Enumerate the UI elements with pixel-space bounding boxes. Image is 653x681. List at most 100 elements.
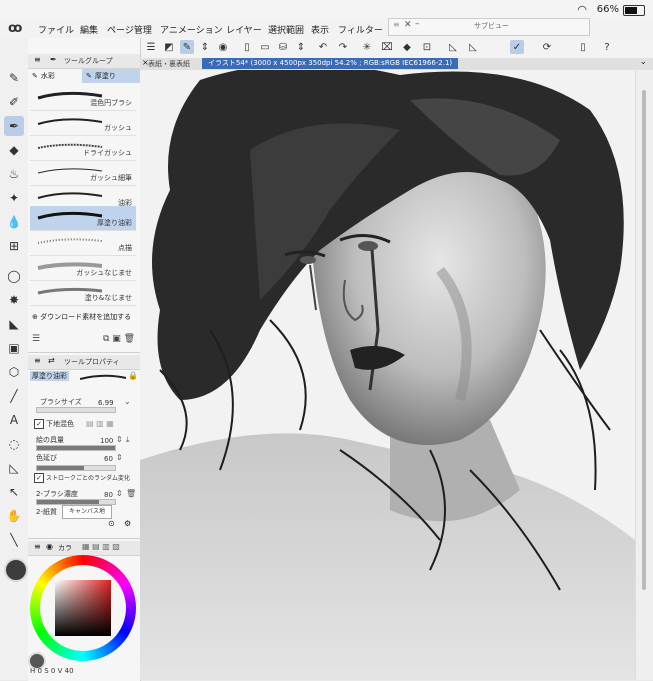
redo-icon[interactable]: ↷ bbox=[336, 40, 350, 54]
help-icon[interactable]: ? bbox=[600, 40, 614, 54]
chevron-updown-icon[interactable]: ⇕ bbox=[116, 489, 123, 498]
crop-icon[interactable]: ⊡ bbox=[420, 40, 434, 54]
menu-file[interactable]: ファイル bbox=[38, 23, 74, 36]
brush-item[interactable]: ガッシュなじませ bbox=[30, 256, 136, 281]
wrench-icon[interactable]: ⚙ bbox=[124, 519, 131, 528]
grip-icon[interactable]: ≡ bbox=[34, 55, 41, 64]
brush-item[interactable]: 塗り&なじませ bbox=[30, 281, 136, 306]
decoration-icon[interactable]: ✦ bbox=[4, 188, 24, 208]
underlay-checkbox[interactable]: ✓ bbox=[34, 419, 44, 429]
ruler-tool-icon[interactable]: ◺ bbox=[4, 458, 24, 478]
chevron-updown-icon[interactable]: ⇕ bbox=[116, 435, 123, 444]
updown-icon[interactable]: ⇕ bbox=[198, 40, 212, 54]
reset-icon[interactable]: ⊙ bbox=[108, 519, 115, 528]
chevron-updown-icon[interactable]: ⇕ bbox=[116, 453, 123, 462]
menu-edit[interactable]: 編集 bbox=[80, 23, 98, 36]
record-icon[interactable]: ◉ bbox=[216, 40, 230, 54]
brush-icon[interactable]: ✒ bbox=[4, 116, 24, 136]
chevron-down-icon[interactable]: ⌄ bbox=[124, 397, 131, 406]
paper-texture-button[interactable]: キャンバス地 bbox=[62, 505, 112, 519]
brush-size-value[interactable]: 6.99 bbox=[98, 399, 114, 407]
menu-icon[interactable]: ☰ bbox=[32, 334, 40, 344]
close-icon[interactable]: ✕ bbox=[404, 20, 412, 30]
magic-wand-icon[interactable]: ✸ bbox=[4, 290, 24, 310]
tab-illustration[interactable]: イラスト54* (3000 x 4500px 350dpi 54.2% ; RG… bbox=[202, 58, 459, 69]
brush-size-slider[interactable] bbox=[36, 407, 116, 413]
menu-view[interactable]: 表示 bbox=[311, 23, 329, 36]
pencil-icon[interactable]: ✐ bbox=[4, 92, 24, 112]
menu-filter[interactable]: フィルター bbox=[338, 23, 383, 36]
menu-page[interactable]: ページ管理 bbox=[107, 23, 152, 36]
color-stretch-value[interactable]: 60 bbox=[104, 455, 113, 463]
clear-icon[interactable]: ⌧ bbox=[380, 40, 394, 54]
ruler-icon[interactable]: ◺ bbox=[446, 40, 460, 54]
saturation-value-square[interactable] bbox=[55, 580, 111, 636]
eyedropper-icon[interactable]: ╲ bbox=[4, 530, 24, 550]
open-folder-icon[interactable]: ▭ bbox=[258, 40, 272, 54]
brush-item[interactable]: ガッシュ細筆 bbox=[30, 161, 136, 186]
frame-icon[interactable]: ⊞ bbox=[4, 236, 24, 256]
paint-amount-slider[interactable] bbox=[36, 445, 116, 451]
ruler2-icon[interactable]: ◺ bbox=[466, 40, 480, 54]
copy-icon[interactable]: ⧉ bbox=[103, 334, 109, 344]
sync-icon[interactable]: ⟳ bbox=[540, 40, 554, 54]
drawing-canvas[interactable] bbox=[140, 70, 635, 680]
download-material-button[interactable]: ⊕ ダウンロード素材を追加する bbox=[32, 312, 131, 322]
new-file-icon[interactable]: ▯ bbox=[240, 40, 254, 54]
balloon-icon[interactable]: ◌ bbox=[4, 434, 24, 454]
menu-icon[interactable]: ☰ bbox=[144, 40, 158, 54]
random-checkbox[interactable]: ✓ bbox=[34, 473, 44, 483]
menu-select[interactable]: 選択範囲 bbox=[268, 23, 304, 36]
figure-icon[interactable]: ⬡ bbox=[4, 362, 24, 382]
color-tab-label[interactable]: カラ bbox=[58, 543, 72, 553]
check-icon[interactable]: ✓ bbox=[510, 40, 524, 54]
phone-icon[interactable]: ▯ bbox=[576, 40, 590, 54]
group-watercolor[interactable]: ✎ 水彩 bbox=[28, 69, 86, 83]
brush-item[interactable]: ガッシュ bbox=[30, 111, 136, 136]
minimize-icon[interactable]: – bbox=[415, 19, 420, 29]
app-logo-icon[interactable]: ꝏ bbox=[8, 21, 22, 36]
hand-icon[interactable]: ✋ bbox=[4, 506, 24, 526]
subview-window[interactable]: ≡ ✕ – サブビュー bbox=[388, 18, 590, 36]
density-value[interactable]: 80 bbox=[104, 491, 113, 499]
color-tab-icons[interactable]: ▦ ▤ ▥ ▧ bbox=[82, 542, 120, 551]
lock-icon[interactable]: 🔒 bbox=[128, 371, 138, 380]
brush-item[interactable]: 混色円ブラシ bbox=[30, 86, 136, 111]
eraser-icon[interactable]: ◆ bbox=[4, 140, 24, 160]
fill-bucket-icon[interactable]: ◣ bbox=[4, 314, 24, 334]
grip-icon[interactable]: ≡ bbox=[393, 20, 400, 29]
updown2-icon[interactable]: ⇕ bbox=[294, 40, 308, 54]
color-stretch-slider[interactable] bbox=[36, 465, 116, 471]
menu-animation[interactable]: アニメーション bbox=[160, 23, 223, 36]
gradient-icon[interactable]: ▣ bbox=[4, 338, 24, 358]
blend-icon[interactable]: 💧 bbox=[4, 212, 24, 232]
chevron-down-icon[interactable]: ⌄ bbox=[639, 57, 647, 67]
text-icon[interactable]: A bbox=[4, 410, 24, 430]
brush-item[interactable]: 点描 bbox=[30, 231, 136, 256]
canvas-icon[interactable]: ◩ bbox=[162, 40, 176, 54]
menu-layer[interactable]: レイヤー bbox=[226, 23, 262, 36]
line-icon[interactable]: ╱ bbox=[4, 386, 24, 406]
move-icon[interactable]: ↖ bbox=[4, 482, 24, 502]
pen-icon[interactable]: ✎ bbox=[4, 68, 24, 88]
fill-icon[interactable]: ◆ bbox=[400, 40, 414, 54]
download-icon[interactable]: ⤓ bbox=[126, 435, 130, 445]
duplicate-icon[interactable]: ▣ bbox=[112, 334, 121, 344]
airbrush-icon[interactable]: ♨ bbox=[4, 164, 24, 184]
group-impasto[interactable]: ✎ 厚塗り bbox=[82, 69, 140, 83]
undo-icon[interactable]: ↶ bbox=[316, 40, 330, 54]
grip-icon[interactable]: ≡ bbox=[34, 542, 41, 551]
tab-cover[interactable]: 表紙・裏表紙 bbox=[148, 59, 190, 69]
vertical-scrollbar[interactable] bbox=[635, 70, 653, 680]
main-color-swatch[interactable] bbox=[4, 558, 28, 582]
edit-icon[interactable]: ✎ bbox=[180, 40, 194, 54]
save-icon[interactable]: ⛁ bbox=[276, 40, 290, 54]
scrollbar-thumb[interactable] bbox=[642, 90, 646, 590]
brush-item-selected[interactable]: 厚塗り油彩 bbox=[30, 206, 136, 231]
trash-icon[interactable]: 🗑 bbox=[126, 489, 136, 498]
trash-icon[interactable]: 🗑 bbox=[124, 334, 135, 344]
paint-amount-value[interactable]: 100 bbox=[100, 437, 113, 445]
spinner-icon[interactable]: ✳ bbox=[360, 40, 374, 54]
blend-mode-icons[interactable]: ▤ ▥ ▦ bbox=[86, 419, 114, 428]
brush-item[interactable]: ドライガッシュ bbox=[30, 136, 136, 161]
